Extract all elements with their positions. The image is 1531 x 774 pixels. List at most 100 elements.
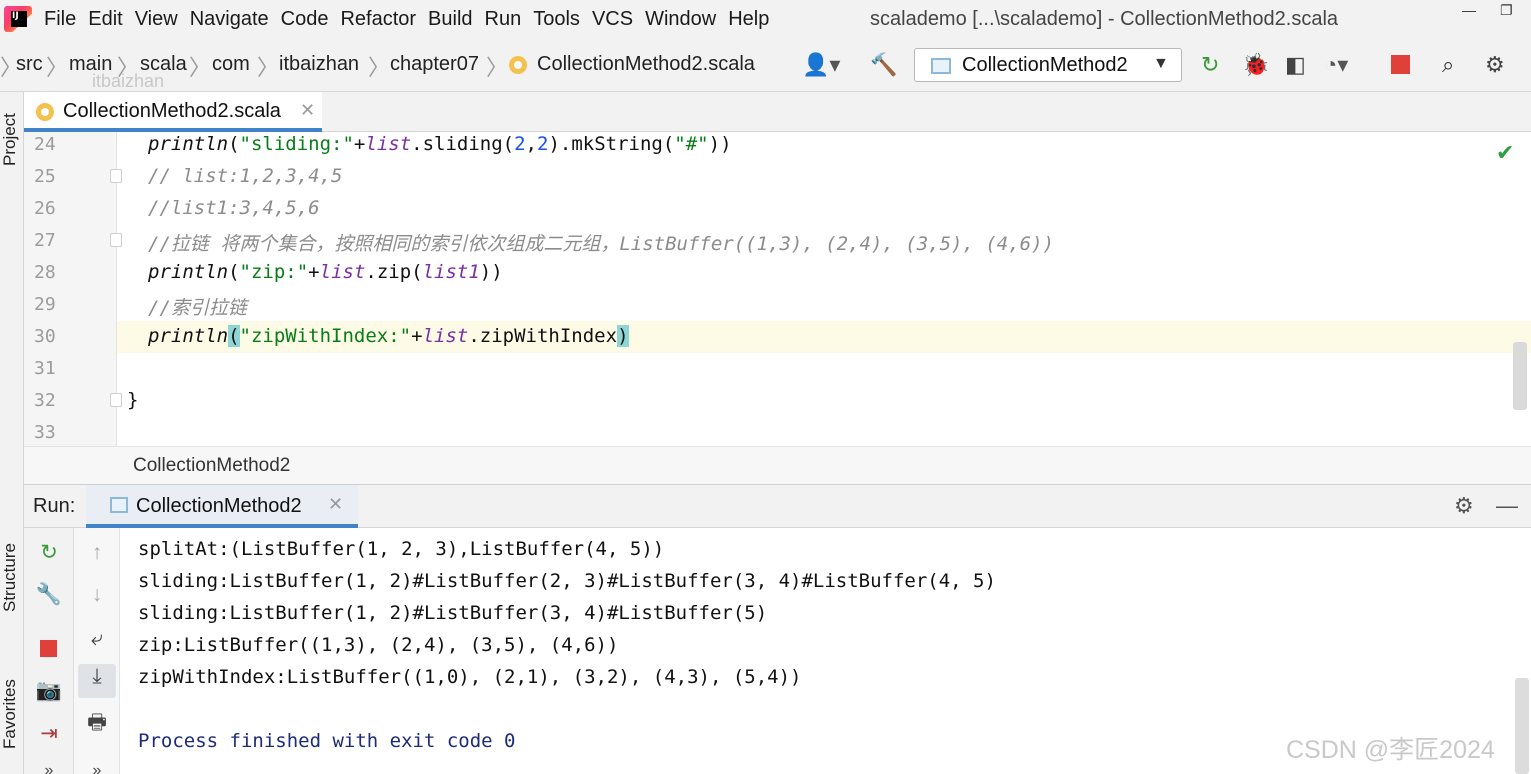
code-line-26: //list1:3,4,5,6 [148,197,320,219]
fold-marker-icon[interactable] [110,393,122,407]
code-line-29: //索引拉链 [148,297,247,319]
more-icon[interactable]: » [33,758,65,774]
arrow-down-icon[interactable]: ↓ [81,582,113,608]
rerun-icon[interactable]: ↻ [33,540,65,566]
menu-code[interactable]: Code [281,8,329,31]
run-panel-label: Run: [33,495,76,517]
console-scrollbar[interactable] [1515,678,1529,774]
run-config-icon [931,58,951,74]
rerun-icon[interactable]: ↻ [1201,52,1219,78]
breadcrumb-file[interactable]: CollectionMethod2.scala [537,53,755,76]
console-line: sliding:ListBuffer(1, 2)#ListBuffer(2, 3… [138,570,996,592]
line-number: 25 [34,166,56,187]
exit-icon[interactable]: ⇥ [33,721,65,747]
stop-icon[interactable] [40,640,57,657]
run-toolbar-secondary: ↑ ↓ ⤶ ⤓ 🖶 » [74,528,120,774]
arrow-up-icon[interactable]: ↑ [81,540,113,566]
scala-file-icon [36,103,54,121]
minimize-icon[interactable]: — [1462,2,1476,18]
run-toolbar-primary: ↻ 🔧 📷 ⇥ » [24,528,74,774]
chevron-right-icon: 〉 [486,55,509,80]
profile-icon[interactable]: ◔▾ [1324,52,1348,78]
menu-view[interactable]: View [135,8,178,31]
menu-vcs[interactable]: VCS [592,8,633,31]
close-icon[interactable]: ✕ [328,494,343,515]
console-exit-message: Process finished with exit code 0 [138,730,516,752]
chevron-right-icon: 〉 [189,55,212,80]
tab-collectionmethod2-scala[interactable]: CollectionMethod2.scala ✕ [24,92,322,132]
console-line: splitAt:(ListBuffer(1, 2, 3),ListBuffer(… [138,538,665,560]
code-line-32: } [127,389,139,411]
line-number: 30 [34,326,56,347]
build-hammer-icon[interactable]: 🔨 [870,52,897,78]
breadcrumb-chapter07[interactable]: chapter07 [390,53,479,76]
scroll-to-end-icon[interactable]: ⤓ [78,664,116,698]
code-line-27: //拉链 将两个集合，按照相同的索引依次组成二元组，ListBuffer((1,… [148,233,1054,255]
console-line: zip:ListBuffer((1,3), (2,4), (3,5), (4,6… [138,634,619,656]
debug-bug-icon[interactable]: 🐞 [1242,52,1269,78]
menu-help[interactable]: Help [728,8,769,31]
menu-build[interactable]: Build [428,8,472,31]
intellij-logo-icon: IJ [4,6,32,32]
code-line-25: // list:1,2,3,4,5 [148,165,343,187]
run-tab-collectionmethod2[interactable]: CollectionMethod2 ✕ [86,485,358,528]
breadcrumb-com[interactable]: com [212,53,250,76]
fold-marker-icon[interactable] [110,233,122,247]
editor-breadcrumb: CollectionMethod2 [24,446,1531,484]
line-number: 33 [34,422,56,443]
menu-file[interactable]: File [44,8,76,31]
csdn-watermark: CSDN @李匠2024 [1286,736,1495,764]
editor-scrollbar[interactable] [1513,342,1527,410]
chevron-right-icon: 〉 [257,55,280,80]
run-config-icon [110,497,128,513]
run-panel-header: Run: CollectionMethod2 ✕ ⚙ — [24,484,1531,528]
more-icon[interactable]: » [81,758,113,774]
gear-icon[interactable]: ⚙ [1454,493,1474,519]
editor-crumb-object[interactable]: CollectionMethod2 [133,455,290,477]
project-tool-tab[interactable]: Project [0,100,24,180]
menu-navigate[interactable]: Navigate [190,8,269,31]
gear-icon[interactable]: ⚙ [1485,52,1505,78]
stop-icon[interactable] [1391,55,1410,74]
wrench-icon[interactable]: 🔧 [33,582,65,608]
user-icon[interactable]: 👤▾ [802,52,840,78]
hide-panel-icon[interactable]: — [1496,493,1518,519]
chevron-right-icon: 〉 [46,55,69,80]
code-line-28: println("zip:"+list.zip(list1)) [148,261,503,283]
editor-tab-bar: CollectionMethod2.scala ✕ [24,92,1531,132]
window-title: scalademo [...\scalademo] - CollectionMe… [870,8,1339,30]
close-icon[interactable]: ✕ [300,100,315,121]
run-configuration-select[interactable]: CollectionMethod2 ▼ [914,48,1182,82]
menu-run[interactable]: Run [485,8,522,31]
chevron-down-icon: ▼ [1153,55,1169,72]
menu-edit[interactable]: Edit [88,8,122,31]
menu-tools[interactable]: Tools [533,8,580,31]
editor-tab-label: CollectionMethod2.scala [63,100,281,122]
breadcrumb-src[interactable]: src [16,53,43,76]
favorites-tool-tab[interactable]: Favorites [0,664,24,764]
run-tab-label: CollectionMethod2 [136,495,302,517]
line-number: 32 [34,390,56,411]
line-number: 29 [34,294,56,315]
restore-icon[interactable]: ❐ [1500,2,1513,19]
chevron-right-icon: 〉 [368,55,391,80]
structure-tool-tab[interactable]: Structure [0,528,24,628]
fold-marker-icon[interactable] [110,169,122,183]
code-editor[interactable]: 24 25 26 27 28 29 30 31 32 33 println("s… [24,132,1531,446]
line-number: 26 [34,198,56,219]
code-line-30: println("zipWithIndex:"+list.zipWithInde… [148,325,629,347]
run-config-label: CollectionMethod2 [962,54,1128,76]
print-icon[interactable]: 🖶 [81,710,113,736]
camera-icon[interactable]: 📷 [33,678,65,704]
editor-gutter: 24 25 26 27 28 29 30 31 32 33 [24,132,122,446]
coverage-icon[interactable]: ◧ [1285,52,1306,78]
menu-refactor[interactable]: Refactor [340,8,416,31]
menu-window[interactable]: Window [645,8,716,31]
code-line-24: println("sliding:"+list.sliding(2,2).mkS… [148,133,732,155]
search-icon[interactable]: ⌕ [1442,52,1454,78]
soft-wrap-icon[interactable]: ⤶ [81,626,113,652]
inspection-ok-check-icon[interactable]: ✔ [1496,140,1514,166]
breadcrumb-itbaizhan[interactable]: itbaizhan [279,53,359,76]
console-line: sliding:ListBuffer(1, 2)#ListBuffer(3, 4… [138,602,768,624]
line-number: 28 [34,262,56,283]
